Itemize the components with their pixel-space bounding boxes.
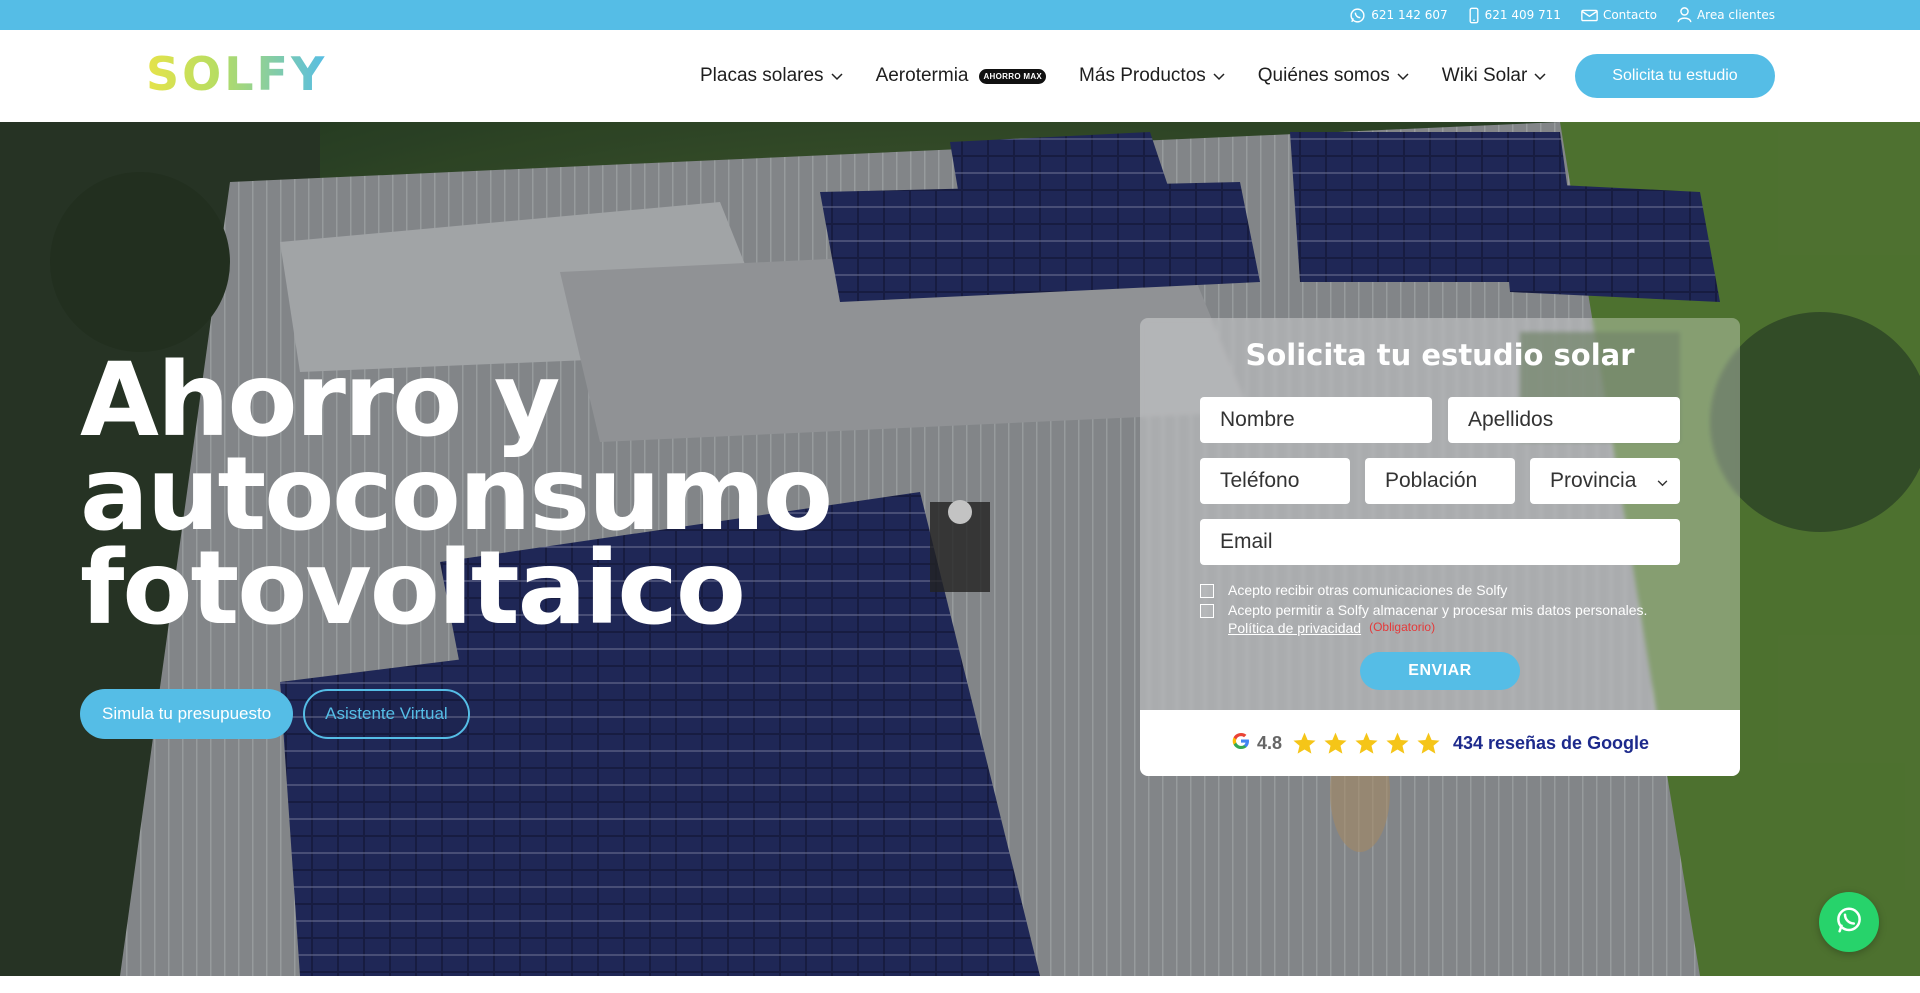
hero-buttons: Simula tu presupuesto Asistente Virtual <box>80 689 470 739</box>
mobile-phone-text: 621 409 711 <box>1484 8 1561 22</box>
hero-title-line: autoconsumo <box>80 435 833 554</box>
form-title: Solicita tu estudio solar <box>1245 338 1635 372</box>
whatsapp-phone-link[interactable]: 621 142 607 <box>1349 7 1448 24</box>
hero-title-line: fotovoltaico <box>80 529 746 648</box>
chevron-down-icon <box>1213 65 1225 87</box>
enviar-button[interactable]: ENVIAR <box>1360 652 1520 690</box>
main-header: SOLFY Placas solares Aerotermia AHORRO M… <box>0 30 1920 122</box>
google-review-count: 434 reseñas de Google <box>1452 732 1650 753</box>
google-rating: 4.8 <box>1256 732 1282 753</box>
star-icon <box>1293 732 1316 754</box>
consent-data-checkbox[interactable] <box>1200 604 1214 618</box>
ahorro-max-badge: AHORRO MAX <box>979 68 1047 84</box>
chevron-down-icon <box>1397 65 1409 87</box>
client-area-text: Area clientes <box>1696 8 1775 22</box>
nav-label: Aerotermia <box>875 65 969 86</box>
nav-mas-productos[interactable]: Más Productos <box>1079 65 1225 87</box>
user-icon <box>1677 7 1692 23</box>
solfy-logo[interactable]: SOLFY <box>146 44 327 104</box>
nav-quienes-somos[interactable]: Quiénes somos <box>1258 65 1409 87</box>
star-icon <box>1355 732 1378 754</box>
logo-text: SOLFY <box>146 47 328 101</box>
whatsapp-icon <box>1834 905 1864 940</box>
solicita-estudio-button[interactable]: Solicita tu estudio <box>1575 54 1775 98</box>
nav-aerotermia[interactable]: Aerotermia AHORRO MAX <box>875 65 1047 87</box>
consent-comms-label: Acepto recibir otras comunicaciones de S… <box>1228 582 1508 598</box>
telefono-field[interactable]: Teléfono <box>1200 458 1350 504</box>
mail-icon <box>1581 9 1598 22</box>
consent-checkboxes: Acepto recibir otras comunicaciones de S… <box>1200 582 1700 636</box>
whatsapp-icon <box>1349 7 1366 24</box>
provincia-select-value: Provincia <box>1550 469 1637 492</box>
nav-placas-solares[interactable]: Placas solares <box>700 65 843 87</box>
contact-text: Contacto <box>1602 8 1657 22</box>
nav-wiki-solar[interactable]: Wiki Solar <box>1442 65 1547 87</box>
nav-label: Quiénes somos <box>1257 65 1390 86</box>
main-nav: Placas solares Aerotermia AHORRO MAX Más… <box>700 30 1546 122</box>
client-area-link[interactable]: Area clientes <box>1677 7 1775 23</box>
consent-data-row: Acepto permitir a Solfy almacenar y proc… <box>1200 602 1700 618</box>
star-icon <box>1417 732 1440 754</box>
google-icon <box>1231 731 1251 756</box>
whatsapp-phone-text: 621 142 607 <box>1371 8 1448 22</box>
apellidos-field[interactable]: Apellidos <box>1448 397 1680 443</box>
star-icon <box>1386 732 1409 754</box>
consent-comms-checkbox[interactable] <box>1200 584 1214 598</box>
asistente-virtual-button[interactable]: Asistente Virtual <box>303 689 470 739</box>
simula-presupuesto-button[interactable]: Simula tu presupuesto <box>80 689 294 739</box>
hero-title-line: Ahorro y <box>80 341 560 460</box>
required-note: (Obligatorio) <box>1369 620 1436 634</box>
nav-label: Más Productos <box>1079 65 1206 86</box>
poblacion-field[interactable]: Población <box>1365 458 1515 504</box>
hero-title: Ahorro y autoconsumo fotovoltaico <box>80 341 840 648</box>
star-icon <box>1324 732 1347 754</box>
nav-label: Wiki Solar <box>1441 65 1528 86</box>
hero-section: Ahorro y autoconsumo fotovoltaico Simula… <box>0 122 1920 976</box>
privacy-policy-link[interactable]: Política de privacidad <box>1228 620 1361 636</box>
contact-link[interactable]: Contacto <box>1581 8 1657 22</box>
mobile-phone-link[interactable]: 621 409 711 <box>1468 7 1561 24</box>
provincia-select[interactable]: Provincia <box>1530 458 1680 504</box>
nav-label: Placas solares <box>700 65 824 86</box>
nombre-field[interactable]: Nombre <box>1200 397 1432 443</box>
chevron-down-icon <box>831 65 843 87</box>
top-bar-links: 621 142 607 621 409 711 Contacto Area cl… <box>1349 0 1775 30</box>
consent-comms-row: Acepto recibir otras comunicaciones de S… <box>1200 582 1700 598</box>
google-reviews-bar[interactable]: 4.8 434 reseñas de Google <box>1140 710 1740 776</box>
top-bar: 621 142 607 621 409 711 Contacto Area cl… <box>0 0 1920 30</box>
study-request-form: Solicita tu estudio solar Nombre Apellid… <box>1140 318 1740 776</box>
chevron-down-icon <box>1534 65 1546 87</box>
consent-data-label: Acepto permitir a Solfy almacenar y proc… <box>1228 602 1648 618</box>
email-field[interactable]: Email <box>1200 519 1680 565</box>
mobile-phone-icon <box>1468 7 1480 24</box>
chevron-down-icon <box>1657 469 1668 493</box>
privacy-row: Política de privacidad (Obligatorio) <box>1200 620 1700 636</box>
whatsapp-float-button[interactable] <box>1819 892 1879 952</box>
